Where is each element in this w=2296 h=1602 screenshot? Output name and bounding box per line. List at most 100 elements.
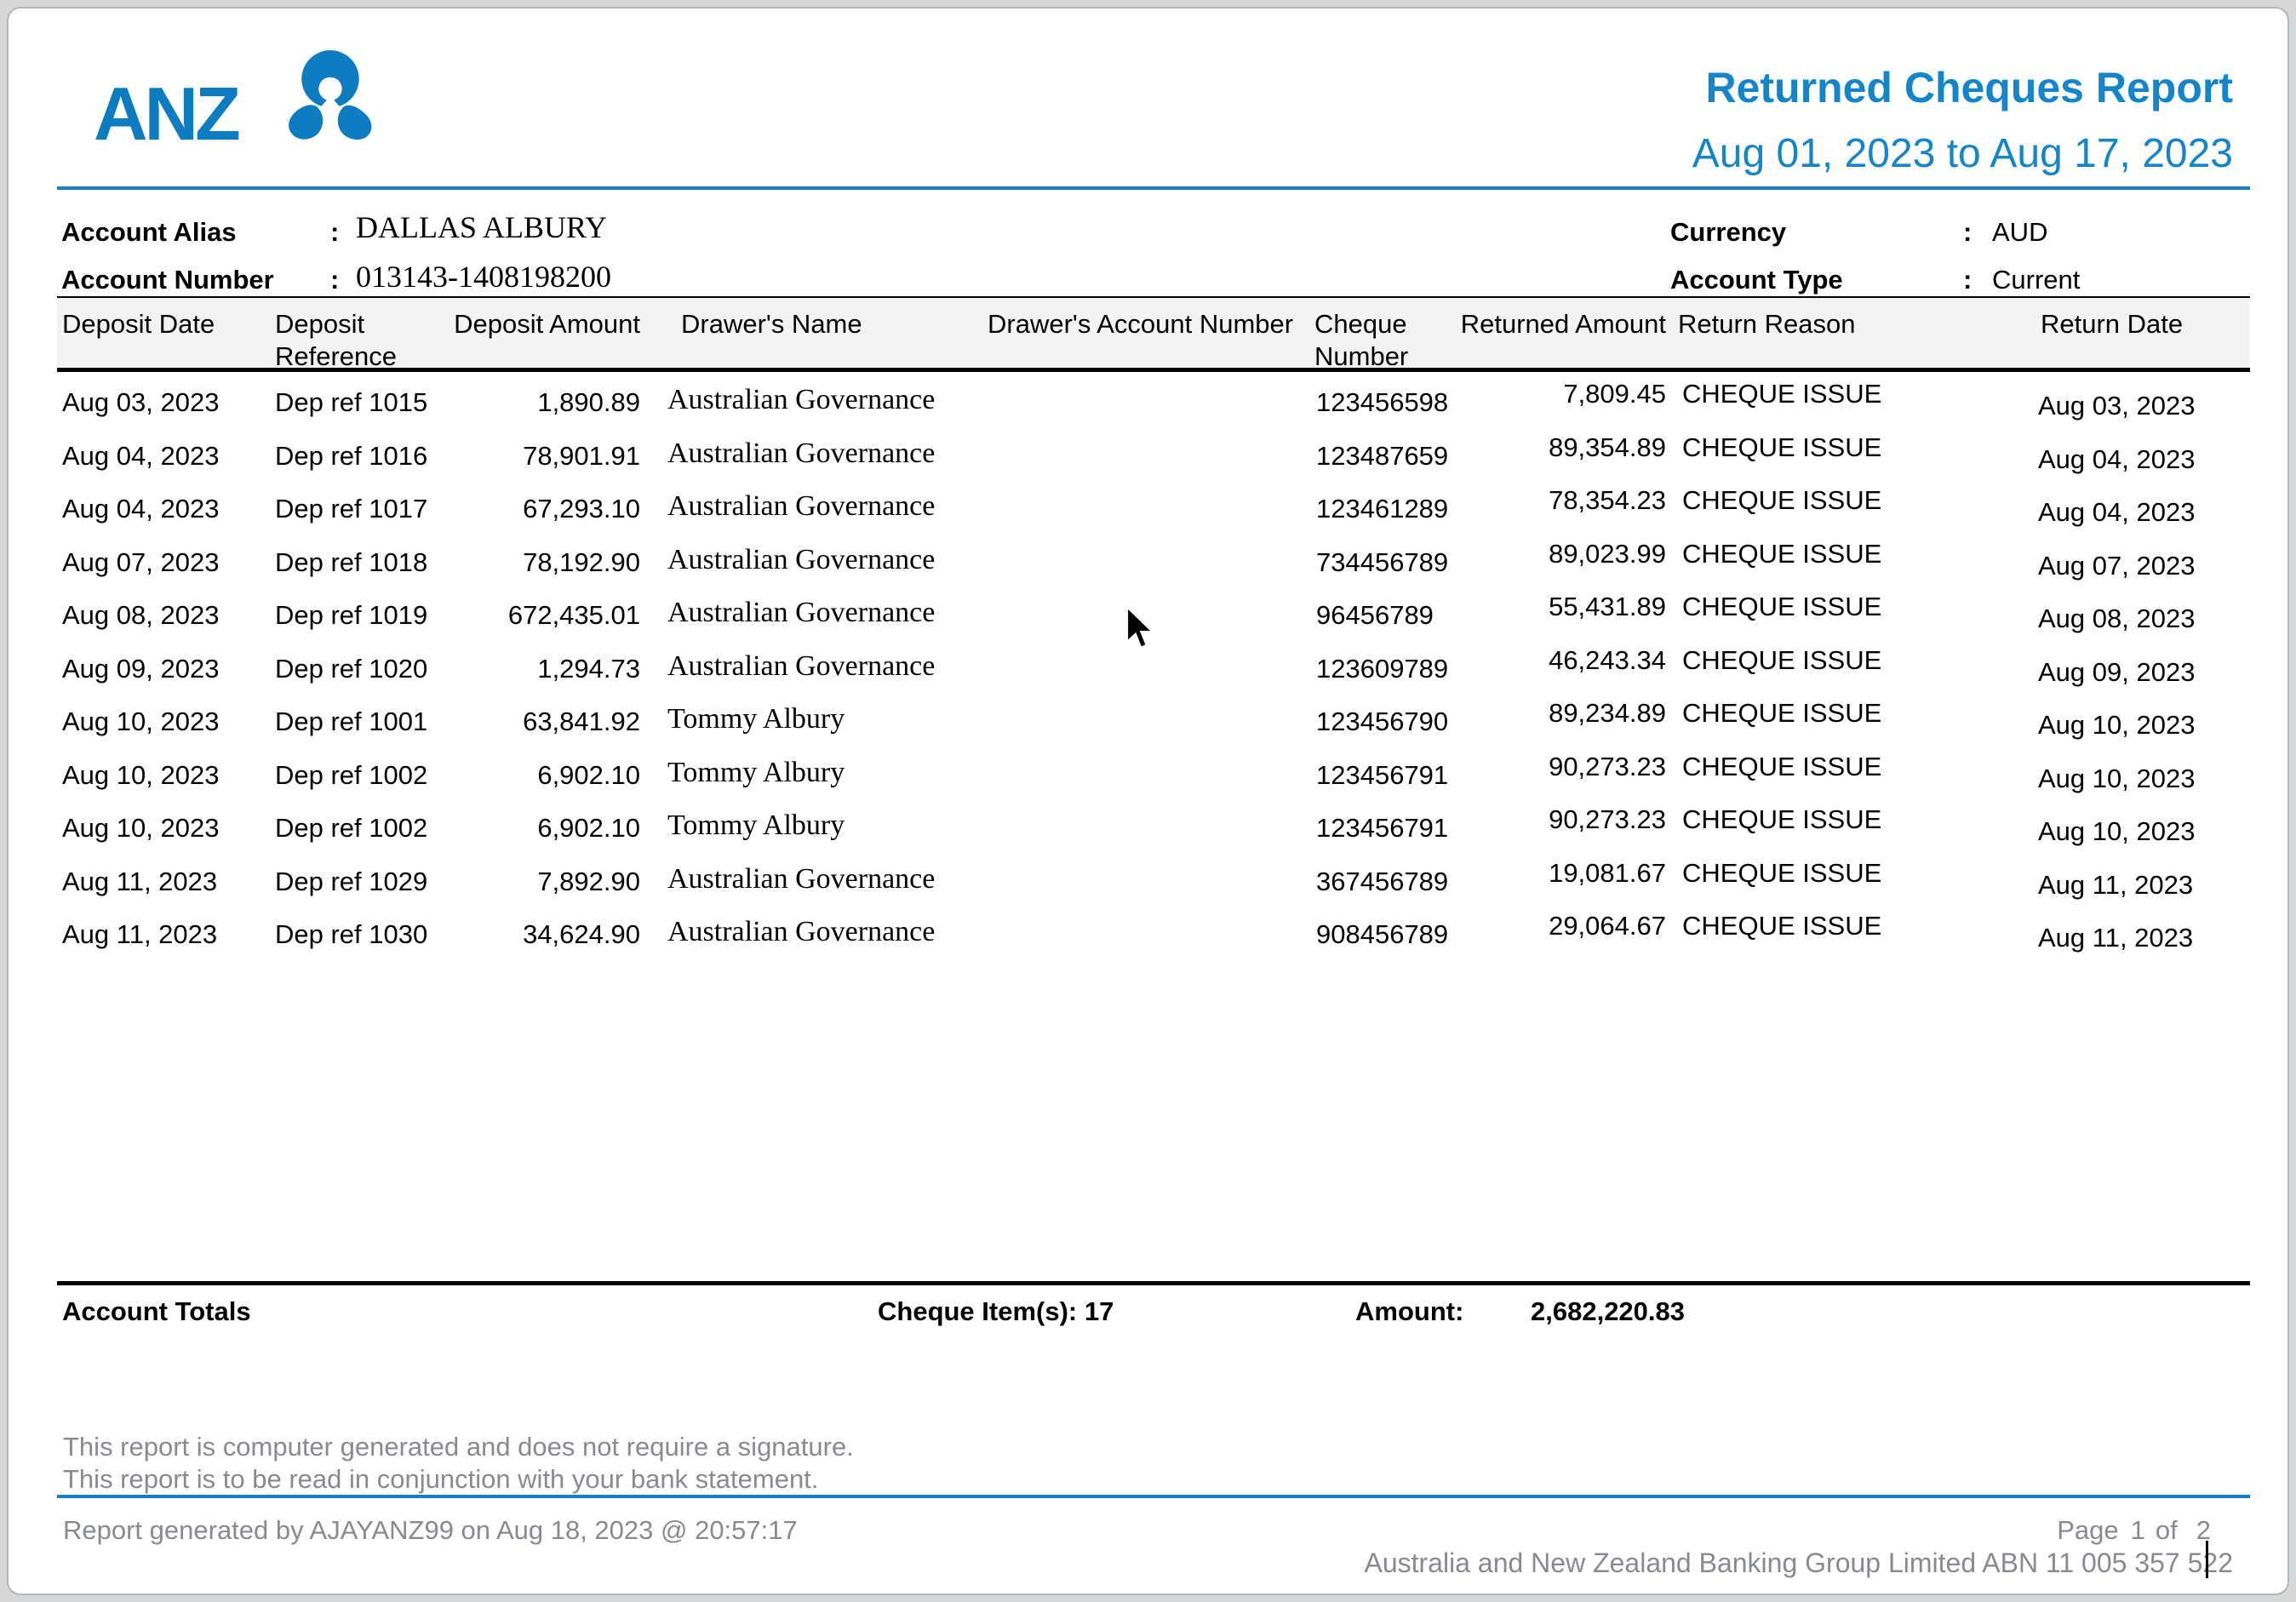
cell-deposit-date: Aug 08, 2023 xyxy=(62,589,258,642)
account-number-value: 013143-1408198200 xyxy=(356,260,611,293)
cell-return-date: Aug 10, 2023 xyxy=(2038,805,2242,858)
cell-returned-amount: 89,234.89 xyxy=(1413,687,1666,740)
cell-drawers-name: Australian Governance xyxy=(667,640,991,693)
totals-amount-label: Amount: xyxy=(1355,1297,1463,1326)
cell-return-date: Aug 03, 2023 xyxy=(2038,380,2242,432)
cell-deposit-amount: 78,901.91 xyxy=(392,430,640,483)
account-number-label: Account Number xyxy=(61,266,274,295)
cell-deposit-amount: 67,293.10 xyxy=(392,483,640,535)
cell-return-reason: CHEQUE ISSUE xyxy=(1682,793,1963,846)
cell-drawers-name: Australian Governance xyxy=(667,427,991,480)
anz-lotus-icon xyxy=(281,49,380,150)
totals-amount-value: 2,682,220.83 xyxy=(1531,1297,1685,1326)
cell-return-reason: CHEQUE ISSUE xyxy=(1682,368,1963,421)
cell-return-reason: CHEQUE ISSUE xyxy=(1682,474,1963,527)
cell-returned-amount: 46,243.34 xyxy=(1413,634,1666,687)
cell-deposit-amount: 672,435.01 xyxy=(392,589,640,642)
cell-drawers-name: Tommy Albury xyxy=(667,693,991,746)
header-drawers-account-number: Drawer's Account Number xyxy=(988,308,1345,340)
cell-deposit-date: Aug 11, 2023 xyxy=(62,855,258,908)
header-returned-amount: Returned Amount xyxy=(1413,308,1666,340)
page-title: Returned Cheques Report xyxy=(1705,65,2233,111)
currency-label: Currency xyxy=(1670,218,1786,247)
cell-return-reason: CHEQUE ISSUE xyxy=(1682,687,1963,740)
report-date-range: Aug 01, 2023 to Aug 17, 2023 xyxy=(1692,131,2233,177)
header-drawers-name: Drawer's Name xyxy=(681,308,971,340)
header-divider xyxy=(57,186,2250,190)
currency-value: AUD xyxy=(1992,218,2047,247)
cell-returned-amount: 89,023.99 xyxy=(1413,528,1666,581)
screenshot-root: { "colors": { "brand_blue": "#1385c8", "… xyxy=(0,0,2296,1602)
cell-deposit-date: Aug 10, 2023 xyxy=(62,749,258,802)
header-return-reason: Return Reason xyxy=(1678,308,1950,340)
cell-returned-amount: 90,273.23 xyxy=(1413,793,1666,846)
cell-drawers-name: Australian Governance xyxy=(667,906,991,958)
cell-drawers-name: Tommy Albury xyxy=(667,799,991,852)
cell-returned-amount: 89,354.89 xyxy=(1413,421,1666,474)
cell-deposit-date: Aug 03, 2023 xyxy=(62,376,258,429)
cell-deposit-date: Aug 10, 2023 xyxy=(62,802,258,855)
report-page: ANZ Returned Cheques Report Aug 01, 2023… xyxy=(7,7,2289,1595)
cell-deposit-amount: 1,294.73 xyxy=(392,643,640,695)
cell-deposit-amount: 6,902.10 xyxy=(392,749,640,802)
report-generated-line: Report generated by AJAYANZ99 on Aug 18,… xyxy=(63,1515,798,1546)
cell-returned-amount: 29,064.67 xyxy=(1413,900,1666,953)
cell-return-date: Aug 04, 2023 xyxy=(2038,486,2242,539)
account-type-label: Account Type xyxy=(1670,266,1843,295)
account-type-value: Current xyxy=(1992,266,2080,295)
account-alias-value: DALLAS ALBURY xyxy=(356,211,607,243)
cell-return-date: Aug 07, 2023 xyxy=(2038,540,2242,592)
cell-return-reason: CHEQUE ISSUE xyxy=(1682,847,1963,900)
cell-drawers-name: Australian Governance xyxy=(667,853,991,906)
cell-deposit-date: Aug 04, 2023 xyxy=(62,483,258,535)
mouse-pointer-cursor xyxy=(1126,607,1157,653)
cell-return-date: Aug 10, 2023 xyxy=(2038,699,2242,752)
colon: : xyxy=(1963,266,1972,295)
cell-return-reason: CHEQUE ISSUE xyxy=(1682,634,1963,687)
header-return-date: Return Date xyxy=(2041,308,2236,340)
page-indicator: Page1of2 xyxy=(2057,1515,2211,1546)
cell-deposit-amount: 6,902.10 xyxy=(392,802,640,855)
cell-return-reason: CHEQUE ISSUE xyxy=(1682,581,1963,633)
cell-return-reason: CHEQUE ISSUE xyxy=(1682,741,1963,793)
cell-drawers-name: Australian Governance xyxy=(667,480,991,533)
cell-deposit-date: Aug 10, 2023 xyxy=(62,695,258,748)
cheque-items-count: Cheque Item(s): 17 xyxy=(878,1297,1114,1326)
cell-deposit-date: Aug 09, 2023 xyxy=(62,643,258,695)
cell-deposit-amount: 1,890.89 xyxy=(392,376,640,429)
header-deposit-amount: Deposit Amount xyxy=(392,308,640,340)
cell-deposit-amount: 7,892.90 xyxy=(392,855,640,908)
cell-drawers-name: Australian Governance xyxy=(667,586,991,639)
cell-returned-amount: 19,081.67 xyxy=(1413,847,1666,900)
table-row: Aug 11, 2023 Dep ref 1030 34,624.90 Aust… xyxy=(9,908,2289,961)
cell-return-reason: CHEQUE ISSUE xyxy=(1682,528,1963,581)
cell-drawers-name: Australian Governance xyxy=(667,534,991,586)
account-totals-label: Account Totals xyxy=(62,1297,251,1326)
cell-return-date: Aug 09, 2023 xyxy=(2038,646,2242,699)
colon: : xyxy=(330,218,339,247)
cell-drawers-name: Australian Governance xyxy=(667,374,991,426)
header-deposit-date: Deposit Date xyxy=(62,308,249,340)
cell-returned-amount: 7,809.45 xyxy=(1413,368,1666,421)
cell-deposit-date: Aug 07, 2023 xyxy=(62,536,258,589)
page-number: 1 xyxy=(2131,1515,2145,1546)
cell-return-reason: CHEQUE ISSUE xyxy=(1682,900,1963,953)
text-caret xyxy=(2206,1541,2208,1578)
page-of-label: of xyxy=(2156,1515,2178,1546)
cell-deposit-date: Aug 04, 2023 xyxy=(62,430,258,483)
footer-note-statement: This report is to be read in conjunction… xyxy=(63,1464,818,1495)
cell-returned-amount: 55,431.89 xyxy=(1413,581,1666,633)
anz-logo: ANZ xyxy=(94,77,238,152)
company-abn-line: Australia and New Zealand Banking Group … xyxy=(1365,1548,2234,1579)
cell-return-date: Aug 04, 2023 xyxy=(2038,433,2242,486)
cell-deposit-amount: 34,624.90 xyxy=(392,908,640,961)
cell-deposit-date: Aug 11, 2023 xyxy=(62,908,258,961)
colon: : xyxy=(330,266,339,295)
cell-returned-amount: 78,354.23 xyxy=(1413,474,1666,527)
cell-deposit-amount: 63,841.92 xyxy=(392,695,640,748)
cell-return-date: Aug 11, 2023 xyxy=(2038,912,2242,964)
cell-return-date: Aug 08, 2023 xyxy=(2038,592,2242,645)
footer-note-signature: This report is computer generated and do… xyxy=(63,1432,854,1462)
account-alias-label: Account Alias xyxy=(61,218,237,247)
colon: : xyxy=(1963,218,1972,247)
